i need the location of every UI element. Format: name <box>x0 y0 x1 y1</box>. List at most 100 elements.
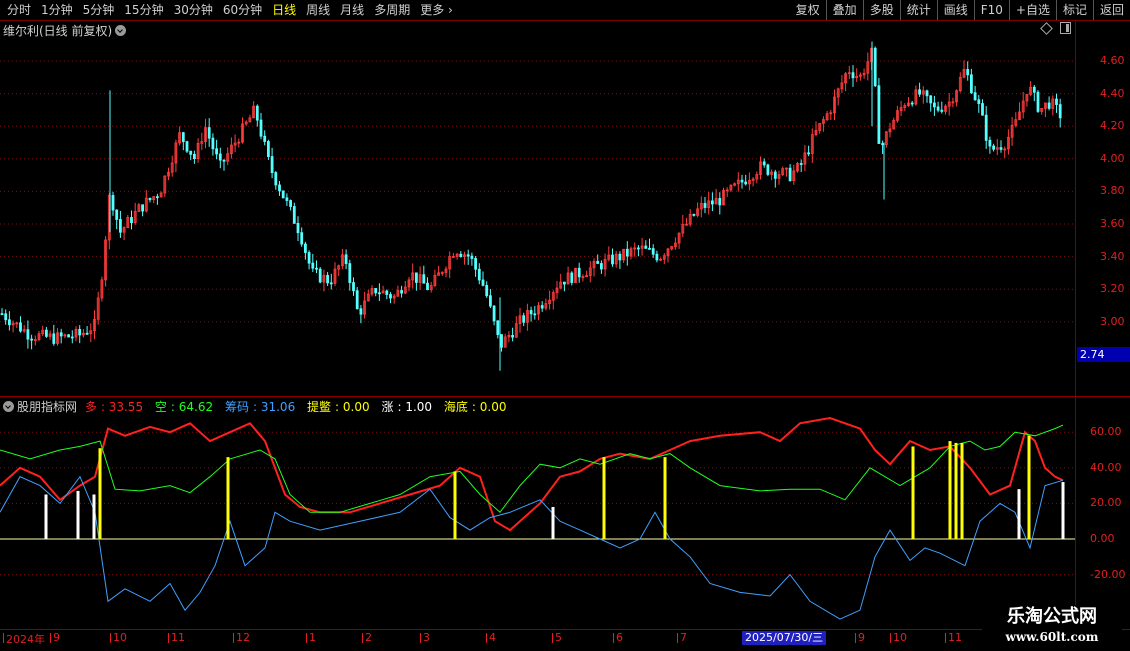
candle-body <box>466 254 470 257</box>
toolbar-action-button[interactable]: 多股 <box>862 0 900 20</box>
candle-body <box>496 320 500 335</box>
candle-body <box>881 143 884 146</box>
watermark-url: www.60lt.com <box>1005 630 1099 644</box>
toolbar-action-button[interactable]: 画线 <box>936 0 974 20</box>
toolbar-action-button[interactable]: 叠加 <box>825 0 863 20</box>
candle-body <box>533 313 537 316</box>
candle-body <box>910 102 914 105</box>
candle-body <box>570 272 574 283</box>
candle-body <box>492 305 496 322</box>
candle-body <box>115 209 119 220</box>
candle-body <box>26 329 30 340</box>
price-axis: 2.74 4.60 4.40 4.20 4.00 3.80 3.60 3.40 3.20 3.0… <box>1075 21 1130 629</box>
date-tick-label: 9 <box>50 631 60 644</box>
chevron-down-icon[interactable] <box>3 401 14 412</box>
price-tick-label: 4.20 <box>1100 119 1125 133</box>
candle-body <box>426 282 429 291</box>
indicator-tick-label: 40.00 <box>1090 460 1122 474</box>
crosshair-date: 2025/07/30/三 <box>742 631 827 645</box>
candle-body <box>529 310 533 315</box>
candle-body <box>929 95 933 104</box>
zhang-bar <box>1061 482 1065 539</box>
candle-body <box>973 92 977 101</box>
duo-line <box>0 416 1064 532</box>
toolbar-action-button[interactable]: 统计 <box>899 0 937 20</box>
toolbar-action-button[interactable]: +自选 <box>1008 0 1056 20</box>
period-tab[interactable]: 5分钟 <box>78 0 120 20</box>
candle-body <box>485 284 489 297</box>
candle-body <box>374 288 378 294</box>
candle-body <box>718 198 722 206</box>
candle-body <box>289 200 293 207</box>
date-tick-label: 10 <box>890 631 907 644</box>
period-tab[interactable]: 60分钟 <box>218 0 267 20</box>
candle-body <box>877 85 881 144</box>
kong-value: 空: 64.62 <box>154 400 214 414</box>
period-tabs: 分时 1分钟 5分钟 15分钟 30分钟 60分钟 日线 周线 月线 多周期 更多 <box>2 0 458 20</box>
period-tab[interactable]: 周线 <box>301 0 335 20</box>
period-toolbar: 分时1分钟5分钟15分钟30分钟60分钟日线周线月线多周期更多 复权叠加多股统计… <box>0 0 1130 21</box>
candle-body <box>992 145 995 150</box>
toolbar-action-button[interactable]: F10 <box>973 0 1009 20</box>
candle-body <box>189 150 193 155</box>
candle-body <box>500 334 503 348</box>
period-tab[interactable]: 分时 <box>2 0 36 20</box>
tijing-bar <box>960 442 964 539</box>
candle-body <box>326 274 330 284</box>
period-tab[interactable]: 15分钟 <box>119 0 168 20</box>
date-tick-label: 2024年 <box>3 633 45 646</box>
candle-body <box>692 213 696 216</box>
candle-body <box>266 141 270 157</box>
date-tick-label: 2 <box>362 631 372 644</box>
candle-body <box>78 329 82 336</box>
panel-divider <box>0 396 1130 397</box>
watermark: 乐淘公式网 www.60lt.com <box>982 605 1122 650</box>
tijing-bar <box>1027 435 1031 539</box>
candle-body <box>19 322 22 332</box>
candle-body <box>7 319 11 326</box>
candle-body <box>292 206 296 224</box>
candle-body <box>274 172 278 186</box>
price-tick-label: 3.80 <box>1100 184 1125 198</box>
period-tab[interactable]: 30分钟 <box>169 0 218 20</box>
candle-body <box>940 109 944 112</box>
date-axis: 2025/07/30/三 2024年 9 10 11 12 1 2 3 4 5 6 7 9 10 11 <box>0 629 1130 651</box>
toolbar-action-button[interactable]: 复权 <box>790 0 826 20</box>
period-tab[interactable]: 更多 <box>415 0 458 20</box>
candle-body <box>540 305 544 309</box>
candle-body <box>766 164 770 175</box>
period-tab[interactable]: 1分钟 <box>36 0 78 20</box>
candle-body <box>281 190 285 199</box>
candle-body <box>474 258 478 270</box>
candle-body <box>488 295 492 307</box>
haidi-value: 海底: 0.00 <box>443 400 507 414</box>
watermark-title: 乐淘公式网 <box>1007 606 1097 627</box>
candlestick-chart[interactable] <box>0 21 1075 396</box>
candle-body <box>762 161 766 166</box>
date-tick-label: 5 <box>552 631 562 644</box>
candle-body <box>278 184 281 192</box>
toolbar-action-button[interactable]: 返回 <box>1092 0 1130 20</box>
candle-body <box>773 171 777 179</box>
period-tab[interactable]: 月线 <box>335 0 369 20</box>
indicator-chart[interactable] <box>0 413 1075 628</box>
period-tab[interactable]: 多周期 <box>369 0 415 20</box>
candle-body <box>988 139 992 147</box>
indicator-tick-label: -20.00 <box>1090 567 1126 581</box>
duo-value: 多: 33.55 <box>84 400 144 414</box>
candle-body <box>263 135 267 142</box>
date-tick-label: 9 <box>855 631 865 644</box>
candle-body <box>155 196 159 199</box>
candle-body <box>67 334 70 338</box>
toolbar-action-button[interactable]: 标记 <box>1055 0 1093 20</box>
current-price-tag: 2.74 <box>1077 347 1130 362</box>
candle-body <box>389 294 392 299</box>
period-tab[interactable]: 日线 <box>267 0 301 20</box>
candle-body <box>596 260 600 264</box>
candle-body <box>1058 104 1062 119</box>
candle-body <box>644 245 648 249</box>
candle-body <box>285 197 289 201</box>
candle-body <box>851 72 855 79</box>
candle-body <box>711 200 714 205</box>
candle-body <box>296 222 300 234</box>
